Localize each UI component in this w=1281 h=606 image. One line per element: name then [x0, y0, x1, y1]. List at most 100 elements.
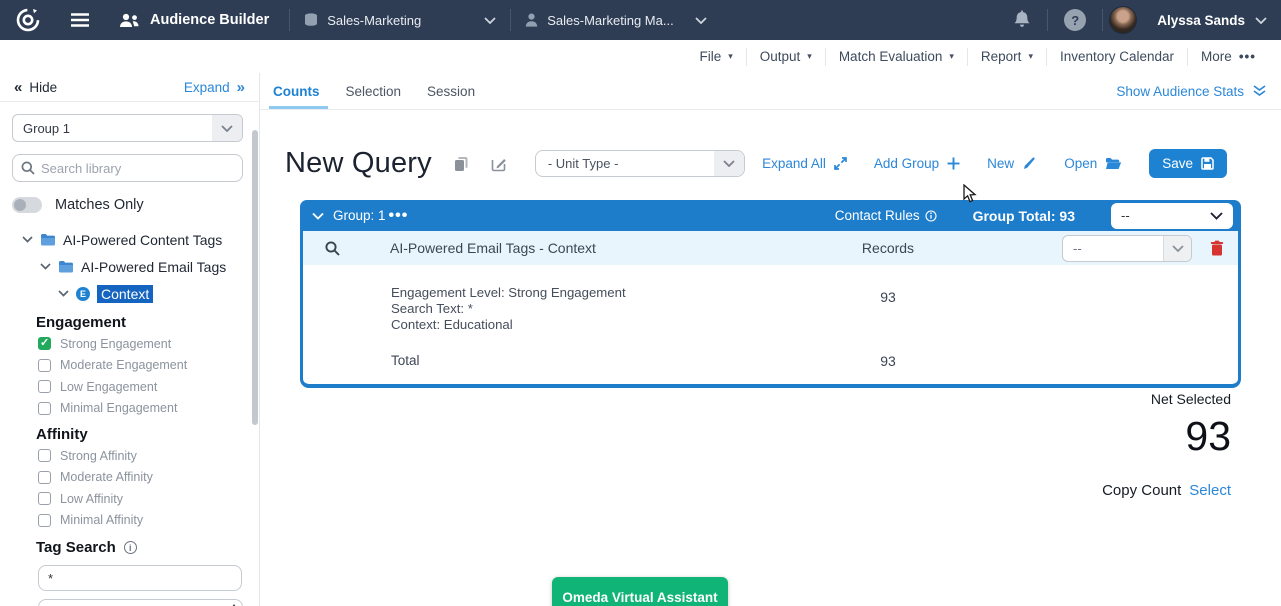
criteria-record-count: 93 [823, 289, 953, 305]
edit-query-icon[interactable] [491, 156, 507, 172]
checkbox-strong-engagement[interactable]: Strong Engagement [0, 333, 259, 355]
group-collapse-toggle[interactable]: Group: 1 [312, 208, 386, 223]
checkbox-label: Moderate Affinity [60, 470, 153, 484]
notifications-bell-icon[interactable] [997, 10, 1047, 30]
open-query-button[interactable]: Open [1064, 156, 1122, 171]
main-content: Counts Selection Session Show Audience S… [260, 73, 1281, 606]
group-total-value: 93 [1059, 208, 1075, 224]
user-name: Alyssa Sands [1157, 13, 1245, 28]
copy-query-icon[interactable] [454, 156, 469, 172]
delete-criteria-icon[interactable] [1210, 240, 1224, 256]
double-chevron-down-icon [1252, 85, 1267, 97]
checkbox-icon [38, 402, 51, 415]
database-selector-value: Sales-Marketing [327, 13, 421, 28]
checkbox-label: Minimal Affinity [60, 513, 143, 527]
matches-only-toggle[interactable] [12, 197, 42, 213]
menu-more[interactable]: More ••• [1187, 48, 1269, 66]
contact-rules-button[interactable]: Contact Rules [835, 208, 937, 223]
tab-counts[interactable]: Counts [273, 73, 320, 109]
expand-sidebar-button[interactable]: Expand » [184, 80, 245, 95]
tree-item-content-tags[interactable]: AI-Powered Content Tags [0, 226, 259, 253]
checkbox-minimal-engagement[interactable]: Minimal Engagement [0, 398, 259, 420]
menu-match-evaluation[interactable]: Match Evaluation ▾ [825, 48, 967, 66]
show-audience-stats-button[interactable]: Show Audience Stats [1116, 84, 1267, 99]
checkbox-label: Strong Engagement [60, 337, 171, 351]
new-query-button[interactable]: New [987, 156, 1037, 171]
person-icon [525, 13, 538, 27]
menu-inventory-calendar[interactable]: Inventory Calendar [1046, 48, 1187, 66]
profile-selector[interactable]: Sales-Marketing Ma... [511, 0, 721, 40]
group-header-right: Contact Rules Group Total: 93 -- [835, 203, 1233, 229]
checkbox-low-affinity[interactable]: Low Affinity [0, 488, 259, 510]
virtual-assistant-button[interactable]: Omeda Virtual Assistant [552, 577, 728, 606]
chevron-down-icon [312, 212, 324, 220]
query-header-row: New Query - Unit Type - [260, 110, 1281, 180]
chevron-down-icon [714, 151, 744, 176]
expand-arrows-icon [834, 157, 847, 170]
group-options-icon[interactable]: ••• [389, 207, 409, 225]
criteria-search-icon[interactable] [325, 241, 340, 256]
tree-item-label-selected: Context [97, 285, 153, 303]
user-avatar [1109, 6, 1137, 34]
checkbox-moderate-affinity[interactable]: Moderate Affinity [0, 467, 259, 489]
checkbox-label: Low Affinity [60, 492, 123, 506]
chevron-down-icon [212, 115, 242, 141]
chevron-down-icon [58, 290, 69, 297]
open-folder-icon [1105, 157, 1122, 170]
group-select[interactable]: Group 1 [12, 114, 243, 142]
tag-search-field [38, 565, 242, 591]
menu-file[interactable]: File ▾ [686, 48, 745, 66]
group-header: Group: 1 ••• Contact Rules Group Total: [300, 200, 1241, 231]
checkbox-moderate-engagement[interactable]: Moderate Engagement [0, 355, 259, 377]
menu-inventory-calendar-label: Inventory Calendar [1060, 49, 1174, 64]
screen: Audience Builder Sales-Marketing [0, 0, 1281, 606]
library-search-input[interactable] [41, 161, 234, 176]
copy-count-row: Copy CountSelect [1102, 482, 1231, 499]
query-title: New Query [285, 147, 432, 180]
caret-down-icon: ▾ [1028, 51, 1033, 62]
criteria-row[interactable]: Engagement Level: Strong Engagement Sear… [303, 265, 1238, 341]
hide-sidebar-button[interactable]: « Hide [14, 80, 57, 95]
tree-item-label: AI-Powered Email Tags [81, 259, 226, 275]
save-button[interactable]: Save [1149, 149, 1227, 178]
menu-report[interactable]: Report ▾ [967, 48, 1046, 66]
criteria-title: AI-Powered Email Tags - Context [390, 240, 596, 256]
group-logic-value: -- [1121, 208, 1130, 223]
checkbox-low-engagement[interactable]: Low Engagement [0, 376, 259, 398]
menu-more-label: More [1201, 49, 1232, 64]
tab-session[interactable]: Session [427, 73, 475, 109]
user-menu[interactable]: Alyssa Sands [1103, 6, 1267, 34]
info-icon[interactable]: i [124, 541, 137, 554]
checkbox-minimal-affinity[interactable]: Minimal Affinity [0, 510, 259, 532]
omeda-logo-icon[interactable] [0, 7, 56, 33]
net-selected-block: Net Selected 93 Copy CountSelect [1102, 391, 1231, 499]
sidebar-scrollbar-thumb[interactable] [252, 130, 258, 425]
checkbox-strong-affinity[interactable]: Strong Affinity [0, 445, 259, 467]
tree-item-email-tags[interactable]: AI-Powered Email Tags [0, 253, 259, 280]
expand-all-button[interactable]: Expand All [762, 156, 847, 171]
matches-only-row: Matches Only [12, 197, 243, 213]
criteria-line-context: Context: Educational [391, 317, 1238, 333]
criteria-logic-select[interactable]: -- [1062, 235, 1192, 262]
unit-type-select[interactable]: - Unit Type - [535, 150, 745, 177]
chevron-down-icon [695, 17, 707, 24]
contact-rules-label: Contact Rules [835, 208, 920, 223]
group-logic-select[interactable]: -- [1111, 203, 1233, 229]
tag-search-input[interactable] [48, 571, 232, 586]
double-chevron-left-icon: « [14, 80, 22, 95]
add-group-label: Add Group [874, 156, 939, 171]
show-audience-stats-label: Show Audience Stats [1116, 84, 1244, 99]
tree-item-context[interactable]: E Context [0, 280, 259, 307]
add-group-button[interactable]: Add Group [874, 156, 960, 171]
criteria-line-engagement: Engagement Level: Strong Engagement [391, 285, 1238, 301]
database-selector[interactable]: Sales-Marketing [290, 0, 510, 40]
tag-search-heading-row: Tag Search i [36, 539, 259, 556]
group-body: AI-Powered Email Tags - Context Records … [300, 231, 1241, 388]
help-icon[interactable]: ? [1048, 9, 1102, 31]
save-label: Save [1162, 156, 1193, 171]
menu-output[interactable]: Output ▾ [746, 48, 825, 66]
tab-selection[interactable]: Selection [346, 73, 402, 109]
copy-count-select-link[interactable]: Select [1189, 482, 1231, 499]
net-selected-label: Net Selected [1102, 391, 1231, 407]
hamburger-menu-icon[interactable] [56, 12, 104, 28]
